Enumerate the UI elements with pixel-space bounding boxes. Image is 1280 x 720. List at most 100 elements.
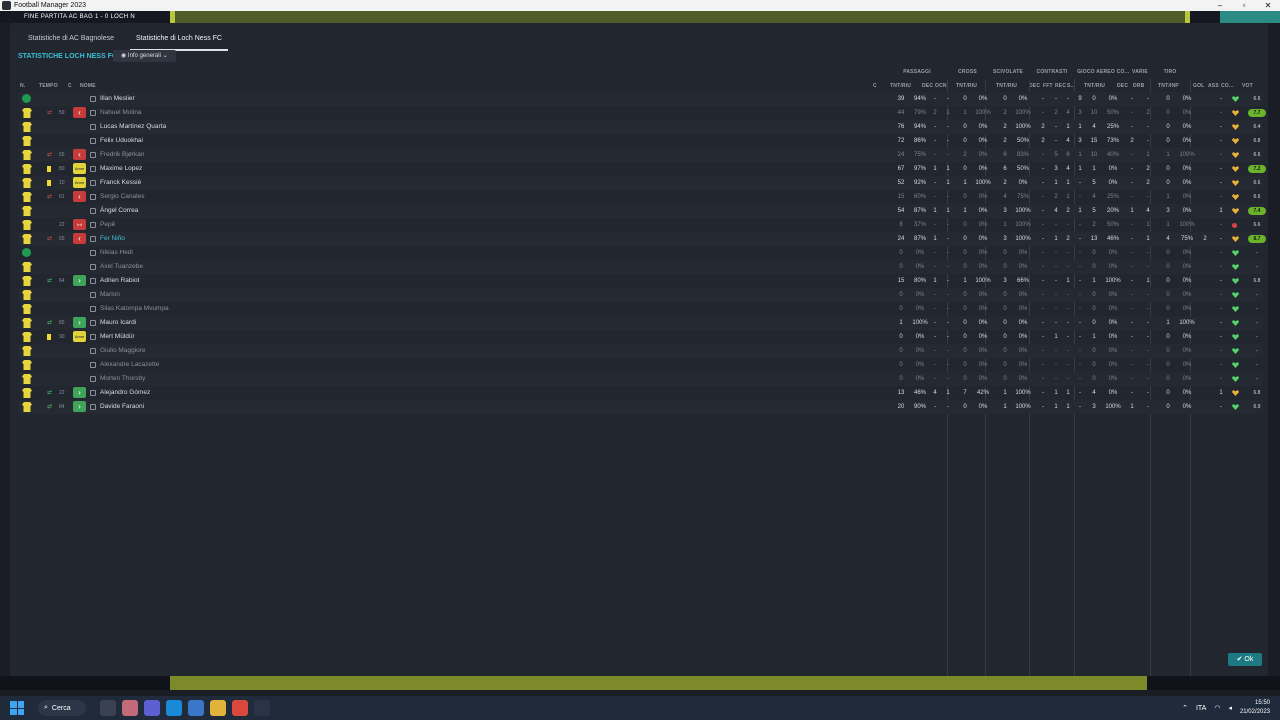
minimize-icon[interactable]: – [1208,1,1232,10]
player-name[interactable]: Felix Uduokhai [100,134,143,148]
tab-home-stats[interactable]: Statistiche di AC Bagnolese [22,33,120,51]
col-pass-tnt[interactable]: TNT/RIU [890,83,911,89]
col-tempo[interactable]: TEMPO [39,83,58,89]
player-card-icon[interactable] [90,278,96,284]
folder-icon[interactable] [210,700,226,716]
teams-icon[interactable] [144,700,160,716]
col-con-fft[interactable]: FFT [1043,83,1053,89]
col-nome[interactable]: NOME [80,83,96,89]
player-name[interactable]: Giulio Maggiore [100,344,146,358]
player-name[interactable]: Franck Kessié [100,176,141,190]
taskbar-search[interactable]: ⌕ Cerca [38,700,86,716]
table-row[interactable]: ⇄ › 84 Davide Faraoni 20 90% - -0 0% 1 100% -1 1-3 10… [18,400,1263,414]
language-indicator[interactable]: ITA [1196,705,1206,712]
player-name[interactable]: Axel Tuanzebe [100,260,143,274]
player-card-icon[interactable] [90,166,96,172]
col-n[interactable]: N. [20,83,25,89]
table-row[interactable]: Silas Katompa Mvumpa 0 0% - - 0 0% 0 0% - - - - 0 0% - -… [18,302,1263,316]
player-name[interactable]: Marlon [100,288,120,302]
col-con-dec[interactable]: DEC [1029,83,1040,89]
table-row[interactable]: Illan Meslier 39 94% - - 0 0% 0 0% - - - 9 0 0% - - 0 0% - 6… [18,92,1263,106]
col-co-dec[interactable]: DEC [1117,83,1128,89]
col-aereo-tnt[interactable]: TNT/RIU [1084,83,1105,89]
player-name[interactable]: Adrien Rabiot [100,274,139,288]
player-name[interactable]: Mert Müldür [100,330,135,344]
col-vot[interactable]: VOT [1242,83,1253,89]
player-name[interactable]: Niklas Hedl [100,246,133,260]
close-icon[interactable]: ✕ [1256,1,1280,10]
player-card-icon[interactable] [90,348,96,354]
table-row[interactable]: Amm 10 Franck Kessié 52 92% - 1 1 100% 2 0% - 1 1 - 5 0%… [18,176,1263,190]
col-tiro-tnt[interactable]: TNT/INP [1158,83,1179,89]
player-card-icon[interactable] [90,236,96,242]
player-name[interactable]: Morten Thorsby [100,372,145,386]
windows-start-icon[interactable] [10,701,24,715]
col-drb[interactable]: DRB [1133,83,1144,89]
clock[interactable]: 15:50 21/02/2023 [1240,699,1270,717]
player-card-icon[interactable] [90,152,96,158]
player-card-icon[interactable] [90,292,96,298]
col-sciv-tnt[interactable]: TNT/RIU [996,83,1017,89]
table-row[interactable]: ⇄ ‹ 55 Fredrik Bjørkan 24 75% - - 2 0% 6 83% - 5 6 1 10 4… [18,148,1263,162]
player-card-icon[interactable] [90,194,96,200]
player-name[interactable]: Alejandro Gómez [100,386,150,400]
player-name[interactable]: Maxime Lopez [100,162,142,176]
player-name[interactable]: Mauro Icardi [100,316,136,330]
table-row[interactable]: Lucas Martínez Quarta 76 94% - -0 0% 2 100% 2-1 1… [18,120,1263,134]
table-row[interactable]: ⇄ ‹ 59 Nahuel Molina 44 79% 2 1 1 100% 2 100% -2 4 3 10… [18,106,1266,120]
player-card-icon[interactable] [90,390,96,396]
player-name[interactable]: Lucas Martínez Quarta [100,120,166,134]
table-row[interactable]: Inf 22 Pepê 8 37% - - 0 0% 1 100% - - - - 2 50% - 1 1 100% - 6… [18,218,1263,232]
col-pass-dec[interactable]: DEC [922,83,933,89]
player-card-icon[interactable] [90,208,96,214]
table-row[interactable]: ⇄ ‹ 61 Sergio Canales 15 60% - - 0 0% 4 75% - 2 1 - 4 25%… [18,190,1263,204]
col-c[interactable]: C [68,83,72,89]
player-name[interactable]: Alexandre Lacazette [100,358,159,372]
table-row[interactable]: ⇄ › 22 Alejandro Gómez 13 46% 4 1 7 42% 1 100% -1 1-4… [18,386,1263,400]
player-card-icon[interactable] [90,96,96,102]
player-name[interactable]: Davide Faraoni [100,400,144,414]
player-card-icon[interactable] [90,222,96,228]
col-cc[interactable]: C [873,83,877,89]
player-name[interactable]: Illan Meslier [100,92,135,106]
player-name[interactable]: Ángel Correa [100,204,138,218]
volume-icon[interactable]: ◂ [1228,704,1232,712]
task-view-icon[interactable] [100,700,116,716]
col-cross-tnt[interactable]: TNT/RIU [956,83,977,89]
table-row[interactable]: Marlon 0 0% - - 0 0% 0 0% - - - - 0 0% - - 0 0% - - [18,288,1263,302]
table-row[interactable]: Ángel Correa 54 87% 1 1 1 0% 3 100% - 4 2 1 5 20% 1 4 3 0%… [18,204,1266,218]
col-con-rec[interactable]: REC [1055,83,1066,89]
view-dropdown[interactable]: ◉ Info generali ⌄ [113,50,176,62]
player-name[interactable]: Silas Katompa Mvumpa [100,302,169,316]
table-row[interactable]: ⇄ › 85 Mauro Icardi 1 100% - -0 0% 0 0% - - - -0 0% - -1 1… [18,316,1263,330]
player-card-icon[interactable] [90,124,96,130]
table-row[interactable]: Alexandre Lacazette 0 0% - - 0 0% 0 0% - - - - 0 0% - - 0… [18,358,1263,372]
table-row[interactable]: ⇄ › 64 Adrien Rabiot 15 80% 1-1 100% 3 66% - -1-1 10… [18,274,1263,288]
table-row[interactable]: Morten Thorsby 0 0% - - 0 0% 0 0% - - - - 0 0% - - 0 0% - - [18,372,1263,386]
player-name[interactable]: Pepê [100,218,115,232]
chevron-up-icon[interactable]: ⌃ [1182,704,1188,712]
player-card-icon[interactable] [90,320,96,326]
player-card-icon[interactable] [90,376,96,382]
player-card-icon[interactable] [90,334,96,340]
player-name[interactable]: Nahuel Molina [100,106,142,120]
ok-button[interactable]: ✔ Ok [1228,653,1262,666]
col-co2[interactable]: CO... [1221,83,1234,89]
player-name[interactable]: Fer Niño [100,232,125,246]
fm23-icon[interactable] [254,700,270,716]
continue-button[interactable] [1220,11,1280,23]
player-card-icon[interactable] [90,362,96,368]
table-row[interactable]: ⇄ ‹ 55 Fer Niño 24 87% 1 - 0 0% 3 100% - 1 2 - 13 46% - 1 4 7… [18,232,1266,246]
table-row[interactable]: Niklas Hedl 0 0% - - 0 0% 0 0% - - - - 0 0% - - 0 0% - - [18,246,1263,260]
player-name[interactable]: Fredrik Bjørkan [100,148,144,162]
player-card-icon[interactable] [90,180,96,186]
table-row[interactable]: Amm 80 Maxime Lopez 67 97% 1 1 0 0% 6 50% - 3 4 1 1 0% - 2… [18,162,1266,176]
table-row[interactable]: Amm 90 Mert Müldür 0 0% - - 0 0% 0 0% - 1 - - 1 0% - - 0 0% -… [18,330,1263,344]
col-pass-ocn[interactable]: OCN [935,83,947,89]
player-card-icon[interactable] [90,264,96,270]
player-card-icon[interactable] [90,110,96,116]
player-card-icon[interactable] [90,306,96,312]
store-icon[interactable] [188,700,204,716]
chat-app-icon[interactable] [122,700,138,716]
player-card-icon[interactable] [90,138,96,144]
